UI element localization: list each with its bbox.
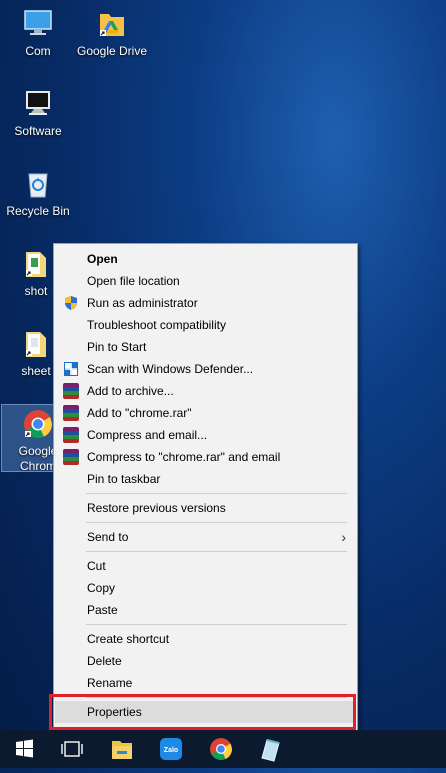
- winrar-icon: [63, 427, 79, 443]
- menu-item-copy[interactable]: Copy: [55, 577, 356, 599]
- winrar-icon: [63, 405, 79, 421]
- start-icon: [16, 739, 33, 758]
- properties-highlight-box: [49, 694, 356, 730]
- task-view-icon: [61, 741, 83, 757]
- menu-item-open[interactable]: Open: [55, 248, 356, 270]
- menu-item-send-to[interactable]: Send to ›: [55, 526, 356, 548]
- menu-item-add-to-archive[interactable]: Add to archive...: [55, 380, 356, 402]
- winrar-icon: [63, 449, 79, 465]
- desktop-icon-label: Google Drive: [76, 44, 148, 58]
- menu-item-label: Scan with Windows Defender...: [87, 362, 254, 376]
- file-explorer-icon: [112, 741, 132, 759]
- zalo-icon-text: Zalo: [164, 747, 178, 754]
- computer-icon: [22, 8, 54, 40]
- menu-item-label: Pin to taskbar: [87, 472, 161, 486]
- taskbar: Zalo: [0, 730, 446, 768]
- menu-item-pin-to-start[interactable]: Pin to Start: [55, 336, 356, 358]
- menu-item-label: Add to archive...: [87, 384, 174, 398]
- start-button[interactable]: [0, 730, 48, 768]
- menu-item-open-file-location[interactable]: Open file location: [55, 270, 356, 292]
- monitor-icon: [22, 88, 54, 120]
- menu-item-label: Open: [87, 252, 118, 266]
- menu-item-pin-to-taskbar[interactable]: Pin to taskbar: [55, 468, 356, 490]
- menu-item-rename[interactable]: Rename: [55, 672, 356, 694]
- menu-item-run-as-administrator[interactable]: Run as administrator: [55, 292, 356, 314]
- menu-item-label: Delete: [87, 654, 122, 668]
- menu-item-label: Create shortcut: [87, 632, 170, 646]
- task-view-button[interactable]: [48, 730, 96, 768]
- menu-item-add-to-chrome-rar[interactable]: Add to "chrome.rar": [55, 402, 356, 424]
- folder-shortcut-icon: [20, 328, 52, 360]
- menu-item-restore-previous-versions[interactable]: Restore previous versions: [55, 497, 356, 519]
- menu-item-label: Add to "chrome.rar": [87, 406, 192, 420]
- context-menu: Open Open file location Run as administr…: [53, 243, 358, 732]
- menu-item-troubleshoot-compatibility[interactable]: Troubleshoot compatibility: [55, 314, 356, 336]
- menu-item-label: Troubleshoot compatibility: [87, 318, 226, 332]
- menu-item-cut[interactable]: Cut: [55, 555, 356, 577]
- chrome-icon: [210, 738, 232, 760]
- desktop-icon-label: Com: [25, 44, 51, 58]
- menu-item-label: Rename: [87, 676, 133, 690]
- menu-item-label: Send to: [87, 530, 129, 544]
- google-drive-folder-icon: [96, 8, 128, 40]
- desktop-icon-recycle-bin[interactable]: Recycle Bin: [2, 168, 74, 219]
- desktop-icon-com[interactable]: Com: [2, 8, 74, 59]
- menu-item-paste[interactable]: Paste: [55, 599, 356, 621]
- menu-item-label: Copy: [87, 581, 116, 595]
- menu-item-label: Compress to "chrome.rar" and email: [87, 450, 281, 464]
- pen-app-icon: [261, 739, 280, 762]
- menu-separator: [86, 551, 347, 552]
- folder-shortcut-icon: [20, 248, 52, 280]
- menu-item-label: Restore previous versions: [87, 501, 226, 515]
- menu-separator: [86, 522, 347, 523]
- menu-separator: [86, 624, 347, 625]
- menu-item-label: Open file location: [87, 274, 180, 288]
- recycle-bin-icon: [22, 168, 54, 200]
- menu-item-label: Run as administrator: [87, 296, 198, 310]
- windows-defender-icon: [63, 361, 79, 377]
- menu-item-compress-and-email[interactable]: Compress and email...: [55, 424, 356, 446]
- file-explorer-button[interactable]: [98, 730, 146, 768]
- desktop-icon-google-drive[interactable]: Google Drive: [76, 8, 148, 59]
- menu-item-delete[interactable]: Delete: [55, 650, 356, 672]
- desktop-icon-label: Recycle Bin: [6, 204, 70, 218]
- menu-item-label: Paste: [87, 603, 118, 617]
- menu-item-scan-with-defender[interactable]: Scan with Windows Defender...: [55, 358, 356, 380]
- uac-shield-icon: [63, 295, 79, 311]
- menu-item-create-shortcut[interactable]: Create shortcut: [55, 628, 356, 650]
- menu-item-label: Compress and email...: [87, 428, 208, 442]
- chrome-taskbar-button[interactable]: [198, 730, 246, 768]
- menu-item-compress-to-chrome-rar-and-email[interactable]: Compress to "chrome.rar" and email: [55, 446, 356, 468]
- pen-app-button[interactable]: [246, 730, 294, 768]
- zalo-icon: Zalo: [160, 738, 182, 760]
- desktop-icon-software[interactable]: Software: [2, 88, 74, 139]
- menu-item-label: Pin to Start: [87, 340, 147, 354]
- zalo-button[interactable]: Zalo: [148, 730, 196, 768]
- desktop-icon-label: Software: [14, 124, 62, 138]
- menu-item-label: Cut: [87, 559, 106, 573]
- winrar-icon: [63, 383, 79, 399]
- menu-separator: [86, 493, 347, 494]
- chrome-icon: [22, 408, 54, 440]
- chevron-right-icon: ›: [341, 529, 346, 545]
